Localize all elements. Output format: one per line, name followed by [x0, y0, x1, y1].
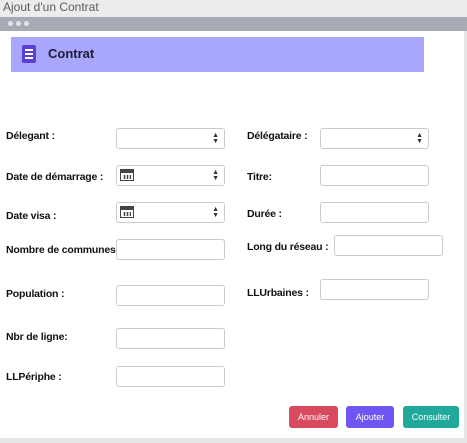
long-reseau-label: Long du réseau :	[247, 241, 329, 253]
llperiphe-input[interactable]	[116, 366, 225, 387]
nbr-ligne-label: Nbr de ligne:	[6, 331, 68, 343]
date-visa-picker[interactable]: ▲ ▼	[116, 202, 225, 223]
section-header: Contrat	[11, 37, 424, 72]
llperiphe-label: LLPériphe :	[6, 371, 62, 383]
date-demarrage-picker[interactable]: ▲ ▼	[116, 165, 225, 186]
select-arrows-icon: ▲ ▼	[212, 169, 219, 182]
delegataire-label: Délégataire :	[247, 130, 308, 142]
llurbaines-label: LLUrbaines :	[247, 287, 309, 299]
window-title: Ajout d'un Contrat	[0, 0, 467, 17]
window-dot-3[interactable]	[24, 21, 29, 26]
window-toolbar	[0, 17, 467, 31]
nbr-ligne-input[interactable]	[116, 328, 225, 349]
date-visa-label: Date visa :	[6, 210, 57, 222]
select-arrows-icon: ▲ ▼	[416, 132, 423, 145]
select-arrows-icon: ▲ ▼	[212, 206, 219, 219]
window-dot-2[interactable]	[16, 21, 21, 26]
date-demarrage-label: Date de démarrage :	[6, 171, 104, 183]
duree-input[interactable]	[320, 202, 429, 223]
delegant-label: Délegant :	[6, 130, 55, 142]
long-reseau-input[interactable]	[334, 235, 443, 256]
llurbaines-input[interactable]	[320, 279, 429, 300]
window-dot-1[interactable]	[8, 21, 13, 26]
delegant-select[interactable]: ▲ ▼	[116, 128, 225, 149]
delegataire-select[interactable]: ▲ ▼	[320, 128, 429, 149]
duree-label: Durée :	[247, 208, 282, 220]
population-input[interactable]	[116, 285, 225, 306]
select-arrows-icon: ▲ ▼	[212, 132, 219, 145]
annuler-button[interactable]: Annuler	[289, 406, 338, 428]
window-border	[0, 438, 467, 443]
calendar-icon[interactable]	[120, 206, 134, 218]
population-label: Population :	[6, 288, 65, 300]
section-title: Contrat	[48, 46, 95, 61]
document-icon	[22, 45, 36, 63]
nombre-communes-label: Nombre de communes:	[6, 244, 119, 256]
consulter-button[interactable]: Consulter	[403, 406, 459, 428]
titre-input[interactable]	[320, 165, 429, 186]
window-controls[interactable]	[8, 21, 29, 26]
calendar-icon[interactable]	[120, 169, 134, 181]
ajouter-button[interactable]: Ajouter	[346, 406, 394, 428]
nombre-communes-input[interactable]	[116, 239, 225, 260]
titre-label: Titre:	[247, 171, 272, 183]
